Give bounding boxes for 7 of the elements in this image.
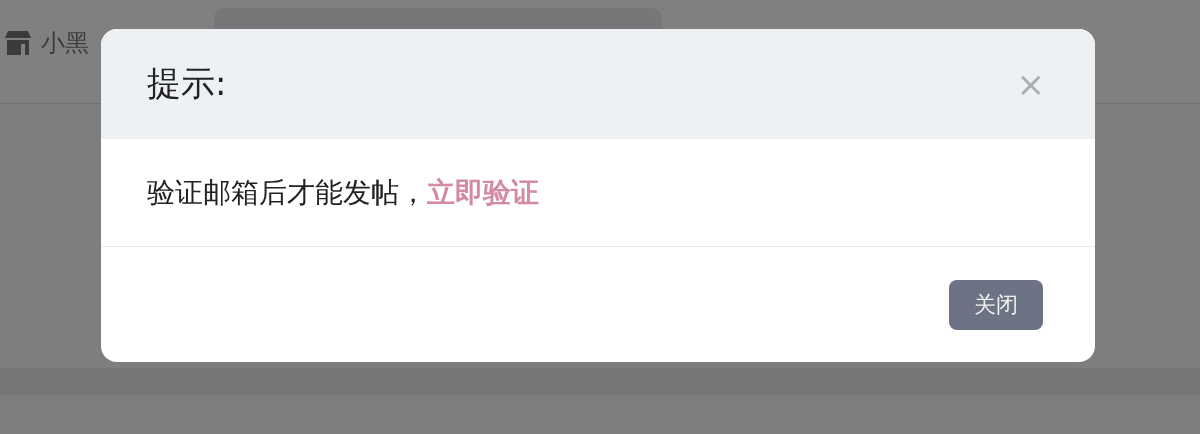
store-icon xyxy=(5,31,31,55)
dialog-title: 提示: xyxy=(147,62,227,105)
close-dialog-button[interactable]: 关闭 xyxy=(949,279,1043,330)
close-button[interactable]: × xyxy=(1012,64,1049,104)
verify-link[interactable]: 立即验证 xyxy=(427,173,539,212)
dialog-message: 验证邮箱后才能发帖， xyxy=(147,174,427,211)
brand-name[interactable]: 小黑 xyxy=(41,27,89,59)
